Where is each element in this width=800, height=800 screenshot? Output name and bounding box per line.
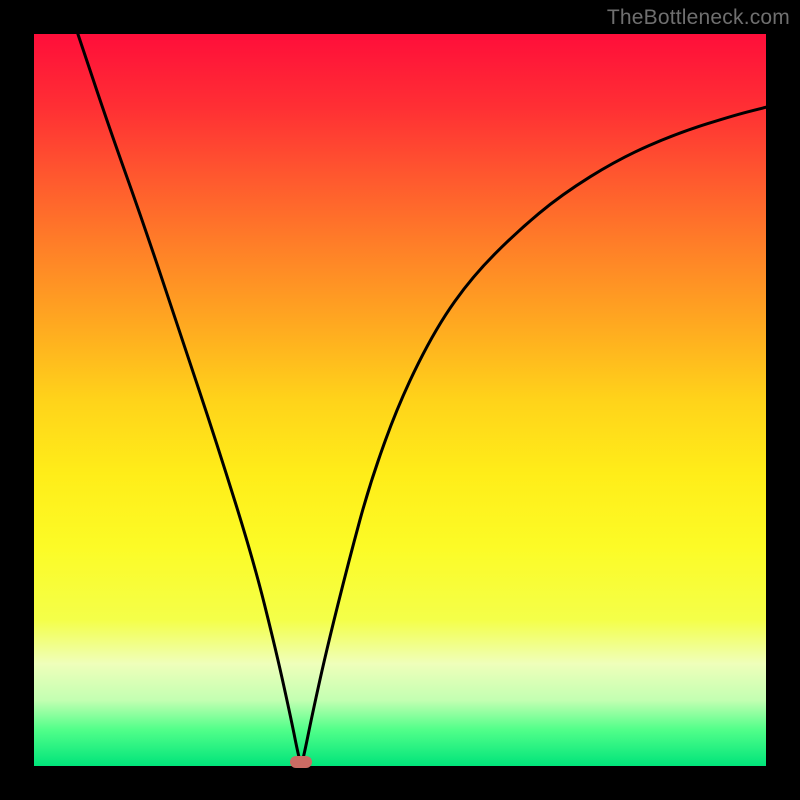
chart-frame: TheBottleneck.com [0, 0, 800, 800]
plot-area [34, 34, 766, 766]
optimal-point-marker [290, 756, 312, 768]
curve-path [78, 34, 766, 762]
bottleneck-curve [34, 34, 766, 766]
watermark-text: TheBottleneck.com [607, 6, 790, 30]
